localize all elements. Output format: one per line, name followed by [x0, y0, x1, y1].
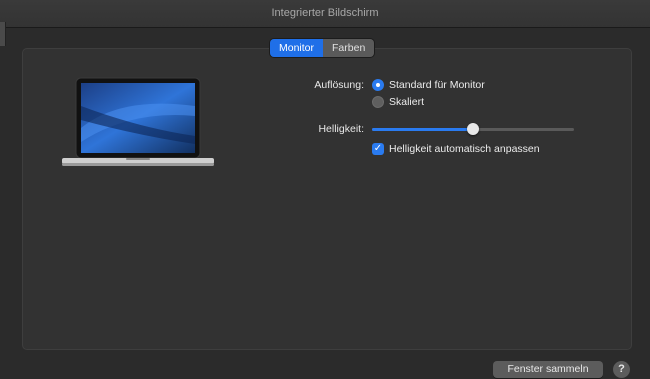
tab-monitor[interactable]: Monitor: [270, 39, 324, 57]
help-icon[interactable]: ?: [613, 361, 630, 378]
radio-icon[interactable]: [372, 96, 384, 108]
resolution-default-option[interactable]: Standard für Monitor: [372, 79, 485, 91]
brightness-label: Helligkeit:: [318, 123, 364, 135]
gather-windows-button[interactable]: Fenster sammeln: [493, 361, 603, 378]
title-bar[interactable]: Integrierter Bildschirm: [0, 0, 650, 28]
brightness-slider[interactable]: [372, 123, 574, 135]
auto-brightness-label: Helligkeit automatisch anpassen: [389, 143, 540, 155]
slider-fill: [372, 128, 473, 131]
resolution-scaled-label: Skaliert: [389, 96, 425, 108]
auto-brightness-option[interactable]: ✓ Helligkeit automatisch anpassen: [372, 143, 540, 155]
tab-bar: Monitor Farben: [270, 39, 375, 57]
slider-thumb[interactable]: [467, 123, 479, 135]
window-edge-handle: [0, 22, 6, 46]
checkbox-icon[interactable]: ✓: [372, 143, 384, 155]
radio-icon[interactable]: [372, 79, 384, 91]
laptop-display-icon: [62, 77, 214, 166]
resolution-label: Auflösung:: [314, 79, 364, 91]
display-preferences-window: Integrierter Bildschirm Monitor Farben A…: [0, 0, 650, 379]
window-title: Integrierter Bildschirm: [271, 7, 379, 19]
resolution-scaled-option[interactable]: Skaliert: [372, 96, 424, 108]
resolution-default-label: Standard für Monitor: [389, 79, 485, 91]
tab-colors[interactable]: Farben: [323, 39, 375, 57]
